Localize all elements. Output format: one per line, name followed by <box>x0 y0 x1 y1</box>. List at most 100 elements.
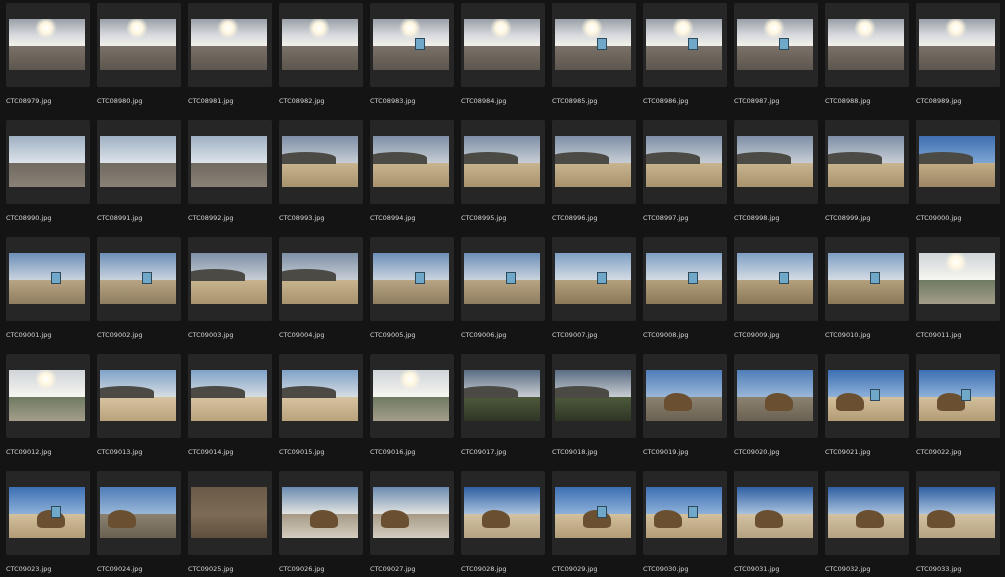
thumbnail-image[interactable] <box>555 136 631 187</box>
thumbnail-card[interactable] <box>370 471 454 555</box>
thumbnail-card[interactable] <box>461 3 545 87</box>
thumbnail-card[interactable] <box>734 354 818 438</box>
thumbnail-card[interactable] <box>552 237 636 321</box>
thumbnail-image[interactable] <box>100 136 176 187</box>
thumbnail-cell[interactable]: CTC08986.jpg <box>643 3 727 113</box>
thumbnail-cell[interactable]: CTC08990.jpg <box>6 120 90 230</box>
thumbnail-card[interactable] <box>643 237 727 321</box>
thumbnail-card[interactable] <box>734 471 818 555</box>
thumbnail-image[interactable] <box>737 253 813 304</box>
thumbnail-cell[interactable]: CTC09014.jpg <box>188 354 272 464</box>
thumbnail-image[interactable] <box>373 487 449 538</box>
thumbnail-cell[interactable]: CTC09005.jpg <box>370 237 454 347</box>
thumbnail-cell[interactable]: CTC08999.jpg <box>825 120 909 230</box>
thumbnail-cell[interactable]: CTC09004.jpg <box>279 237 363 347</box>
thumbnail-card[interactable] <box>552 3 636 87</box>
thumbnail-card[interactable] <box>279 354 363 438</box>
thumbnail-card[interactable] <box>279 120 363 204</box>
thumbnail-card[interactable] <box>825 3 909 87</box>
thumbnail-card[interactable] <box>461 471 545 555</box>
thumbnail-card[interactable] <box>370 3 454 87</box>
thumbnail-image[interactable] <box>282 19 358 70</box>
thumbnail-image[interactable] <box>464 253 540 304</box>
thumbnail-image[interactable] <box>9 136 85 187</box>
thumbnail-cell[interactable]: CTC09025.jpg <box>188 471 272 577</box>
thumbnail-cell[interactable]: CTC08984.jpg <box>461 3 545 113</box>
thumbnail-image[interactable] <box>282 370 358 421</box>
thumbnail-image[interactable] <box>191 253 267 304</box>
thumbnail-cell[interactable]: CTC08988.jpg <box>825 3 909 113</box>
thumbnail-cell[interactable]: CTC09020.jpg <box>734 354 818 464</box>
thumbnail-image[interactable] <box>9 370 85 421</box>
thumbnail-image[interactable] <box>646 370 722 421</box>
thumbnail-image[interactable] <box>373 370 449 421</box>
thumbnail-cell[interactable]: CTC09029.jpg <box>552 471 636 577</box>
thumbnail-cell[interactable]: CTC09015.jpg <box>279 354 363 464</box>
thumbnail-image[interactable] <box>646 19 722 70</box>
thumbnail-card[interactable] <box>734 3 818 87</box>
thumbnail-card[interactable] <box>552 471 636 555</box>
thumbnail-image[interactable] <box>555 253 631 304</box>
thumbnail-cell[interactable]: CTC08991.jpg <box>97 120 181 230</box>
thumbnail-image[interactable] <box>191 136 267 187</box>
thumbnail-image[interactable] <box>919 487 995 538</box>
thumbnail-card[interactable] <box>825 471 909 555</box>
thumbnail-card[interactable] <box>734 120 818 204</box>
thumbnail-image[interactable] <box>100 487 176 538</box>
thumbnail-card[interactable] <box>6 120 90 204</box>
thumbnail-card[interactable] <box>461 354 545 438</box>
thumbnail-card[interactable] <box>97 120 181 204</box>
thumbnail-cell[interactable]: CTC09008.jpg <box>643 237 727 347</box>
thumbnail-card[interactable] <box>916 3 1000 87</box>
thumbnail-card[interactable] <box>97 354 181 438</box>
thumbnail-card[interactable] <box>188 471 272 555</box>
thumbnail-cell[interactable]: CTC09010.jpg <box>825 237 909 347</box>
thumbnail-card[interactable] <box>6 237 90 321</box>
thumbnail-card[interactable] <box>370 237 454 321</box>
thumbnail-card[interactable] <box>643 3 727 87</box>
thumbnail-cell[interactable]: CTC08981.jpg <box>188 3 272 113</box>
thumbnail-cell[interactable]: CTC08987.jpg <box>734 3 818 113</box>
thumbnail-image[interactable] <box>737 487 813 538</box>
thumbnail-image[interactable] <box>191 487 267 538</box>
thumbnail-cell[interactable]: CTC08996.jpg <box>552 120 636 230</box>
thumbnail-cell[interactable]: CTC09024.jpg <box>97 471 181 577</box>
thumbnail-cell[interactable]: CTC09011.jpg <box>916 237 1000 347</box>
thumbnail-image[interactable] <box>373 136 449 187</box>
thumbnail-cell[interactable]: CTC09016.jpg <box>370 354 454 464</box>
thumbnail-cell[interactable]: CTC09007.jpg <box>552 237 636 347</box>
thumbnail-image[interactable] <box>555 487 631 538</box>
thumbnail-cell[interactable]: CTC08995.jpg <box>461 120 545 230</box>
thumbnail-card[interactable] <box>825 120 909 204</box>
thumbnail-image[interactable] <box>919 370 995 421</box>
thumbnail-card[interactable] <box>552 354 636 438</box>
thumbnail-card[interactable] <box>643 120 727 204</box>
thumbnail-card[interactable] <box>825 354 909 438</box>
thumbnail-cell[interactable]: CTC09017.jpg <box>461 354 545 464</box>
thumbnail-image[interactable] <box>919 19 995 70</box>
thumbnail-image[interactable] <box>373 19 449 70</box>
thumbnail-cell[interactable]: CTC09028.jpg <box>461 471 545 577</box>
thumbnail-image[interactable] <box>646 487 722 538</box>
thumbnail-image[interactable] <box>373 253 449 304</box>
thumbnail-image[interactable] <box>919 136 995 187</box>
thumbnail-cell[interactable]: CTC09022.jpg <box>916 354 1000 464</box>
thumbnail-image[interactable] <box>9 253 85 304</box>
thumbnail-card[interactable] <box>916 471 1000 555</box>
thumbnail-cell[interactable]: CTC09006.jpg <box>461 237 545 347</box>
thumbnail-card[interactable] <box>279 237 363 321</box>
thumbnail-card[interactable] <box>825 237 909 321</box>
thumbnail-image[interactable] <box>555 370 631 421</box>
thumbnail-card[interactable] <box>97 471 181 555</box>
thumbnail-cell[interactable]: CTC08993.jpg <box>279 120 363 230</box>
thumbnail-cell[interactable]: CTC08985.jpg <box>552 3 636 113</box>
thumbnail-image[interactable] <box>282 136 358 187</box>
thumbnail-cell[interactable]: CTC09030.jpg <box>643 471 727 577</box>
thumbnail-card[interactable] <box>643 471 727 555</box>
thumbnail-card[interactable] <box>916 237 1000 321</box>
thumbnail-cell[interactable]: CTC09021.jpg <box>825 354 909 464</box>
thumbnail-card[interactable] <box>97 237 181 321</box>
thumbnail-image[interactable] <box>646 253 722 304</box>
thumbnail-image[interactable] <box>464 370 540 421</box>
thumbnail-image[interactable] <box>9 19 85 70</box>
